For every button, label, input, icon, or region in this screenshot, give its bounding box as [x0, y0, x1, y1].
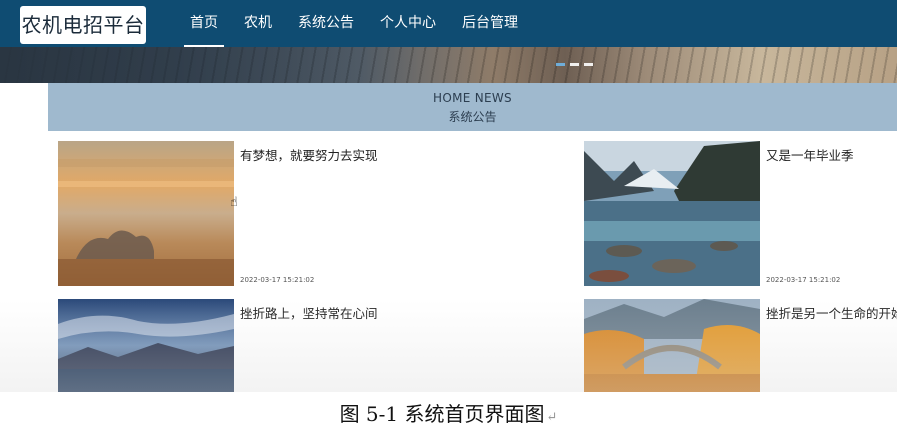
nav-item-admin[interactable]: 后台管理 — [462, 0, 518, 47]
news-card[interactable]: 又是一年毕业季 2022-03-17 15:21:02 — [584, 141, 897, 286]
carousel-dot[interactable] — [556, 63, 565, 66]
news-thumbnail[interactable] — [584, 299, 760, 392]
news-title[interactable]: 挫折是另一个生命的开始 — [766, 303, 897, 322]
site-logo[interactable]: 农机电招平台 — [20, 6, 146, 44]
section-header: HOME NEWS 系统公告 — [48, 83, 897, 131]
nav-item-personal-center[interactable]: 个人中心 — [380, 0, 436, 47]
section-title-zh: 系统公告 — [448, 110, 497, 124]
return-mark-icon: ↵ — [546, 410, 558, 425]
news-date: 2022-03-17 15:21:02 — [766, 276, 841, 284]
news-title[interactable]: 又是一年毕业季 — [766, 145, 854, 164]
figure-caption: 图 5-1 系统首页界面图 ↵ — [0, 392, 897, 437]
carousel-dot[interactable] — [584, 63, 593, 66]
news-title[interactable]: 有梦想，就要努力去实现 — [240, 145, 378, 164]
news-title[interactable]: 挫折路上，坚持常在心间 — [240, 303, 378, 322]
main-menu: 首页 农机 系统公告 个人中心 后台管理 — [184, 0, 544, 47]
carousel-indicators — [556, 63, 593, 66]
top-navbar: 农机电招平台 首页 农机 系统公告 个人中心 后台管理 — [0, 0, 897, 47]
news-thumbnail[interactable] — [584, 141, 760, 286]
news-thumbnail[interactable] — [58, 141, 234, 286]
nav-item-machinery[interactable]: 农机 — [244, 0, 272, 47]
hero-banner[interactable] — [0, 47, 897, 83]
news-thumbnail[interactable] — [58, 299, 234, 392]
nav-item-home[interactable]: 首页 — [184, 0, 224, 47]
carousel-dot[interactable] — [570, 63, 579, 66]
hand-cursor-icon: ☝ — [230, 195, 238, 210]
news-card[interactable]: 有梦想，就要努力去实现 2022-03-17 15:21:02 — [58, 141, 378, 286]
news-date: 2022-03-17 15:21:02 — [240, 276, 315, 284]
nav-item-announcements[interactable]: 系统公告 — [298, 0, 354, 47]
caption-text: 图 5-1 系统首页界面图 — [339, 402, 545, 426]
section-title-en: HOME NEWS — [433, 91, 512, 105]
